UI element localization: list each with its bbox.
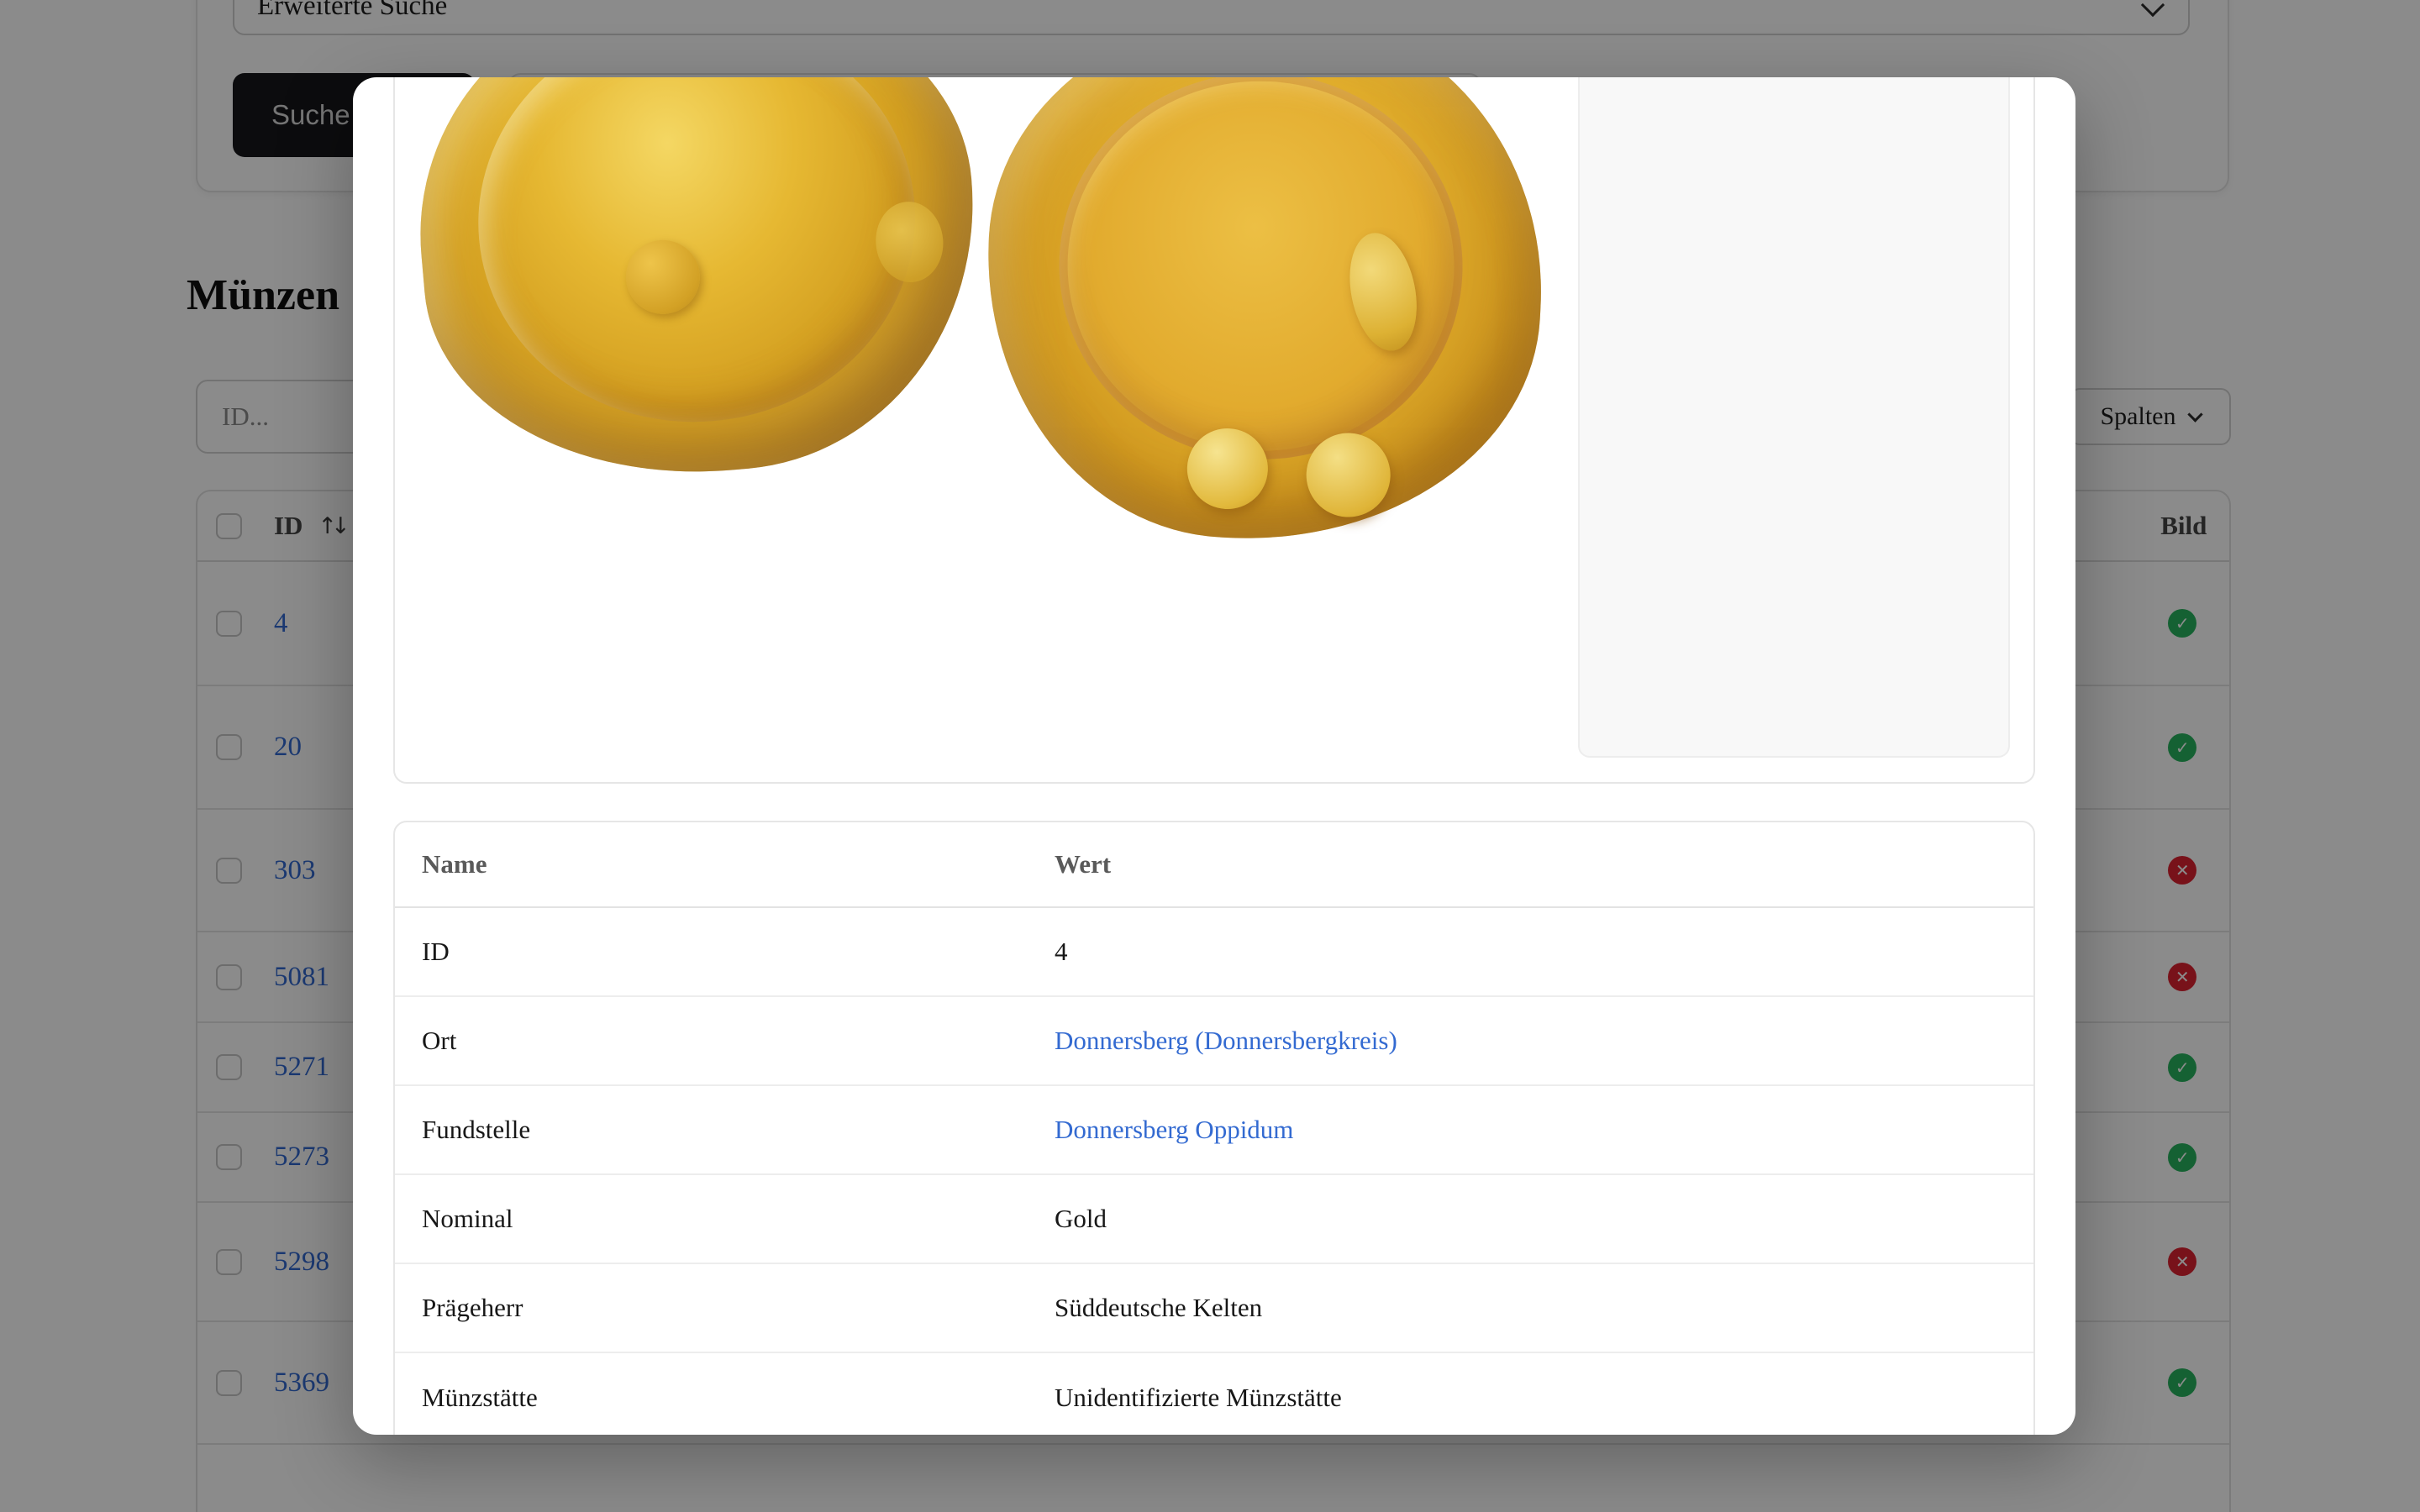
coin-details-table: Name Wert ID 4 Ort Donnersberg (Donnersb… xyxy=(393,821,2035,1435)
ort-detail-link[interactable]: Donnersberg (Donnersbergkreis) xyxy=(1055,1026,1397,1056)
detail-label: Nominal xyxy=(422,1204,513,1234)
details-row: Ort Donnersberg (Donnersbergkreis) xyxy=(395,997,2033,1086)
fundstelle-detail-link[interactable]: Donnersberg Oppidum xyxy=(1055,1115,1293,1145)
image-thumbnails-panel[interactable] xyxy=(1578,77,2010,758)
details-row: Fundstelle Donnersberg Oppidum xyxy=(395,1086,2033,1175)
detail-value: 4 xyxy=(1055,937,1068,967)
detail-value: Süddeutsche Kelten xyxy=(1055,1293,1262,1323)
coin-relief xyxy=(461,77,932,440)
details-row: Prägeherr Süddeutsche Kelten xyxy=(395,1264,2033,1353)
coin-obverse-image[interactable] xyxy=(400,77,995,496)
detail-value: Gold xyxy=(1055,1204,1107,1234)
detail-label: Fundstelle xyxy=(422,1115,530,1145)
detail-label: ID xyxy=(422,937,450,967)
detail-value: Unidentifizierte Münzstätte xyxy=(1055,1383,1342,1413)
coin-images-panel xyxy=(393,77,2035,784)
wert-column-header: Wert xyxy=(1055,849,1111,879)
details-header-row: Name Wert xyxy=(395,822,2033,908)
coin-detail-modal: Name Wert ID 4 Ort Donnersberg (Donnersb… xyxy=(353,77,2075,1435)
page-root: Erweiterte Suche Suche Münzen Spalten ID… xyxy=(0,0,2420,1512)
detail-label: Münzstätte xyxy=(422,1383,538,1413)
details-row: ID 4 xyxy=(395,908,2033,997)
name-column-header: Name xyxy=(422,849,487,879)
detail-label: Ort xyxy=(422,1026,456,1056)
detail-label: Prägeherr xyxy=(422,1293,523,1323)
details-row: Münzstätte Unidentifizierte Münzstätte xyxy=(395,1353,2033,1435)
coin-reverse-image[interactable] xyxy=(974,77,1555,554)
details-row: Nominal Gold xyxy=(395,1175,2033,1264)
